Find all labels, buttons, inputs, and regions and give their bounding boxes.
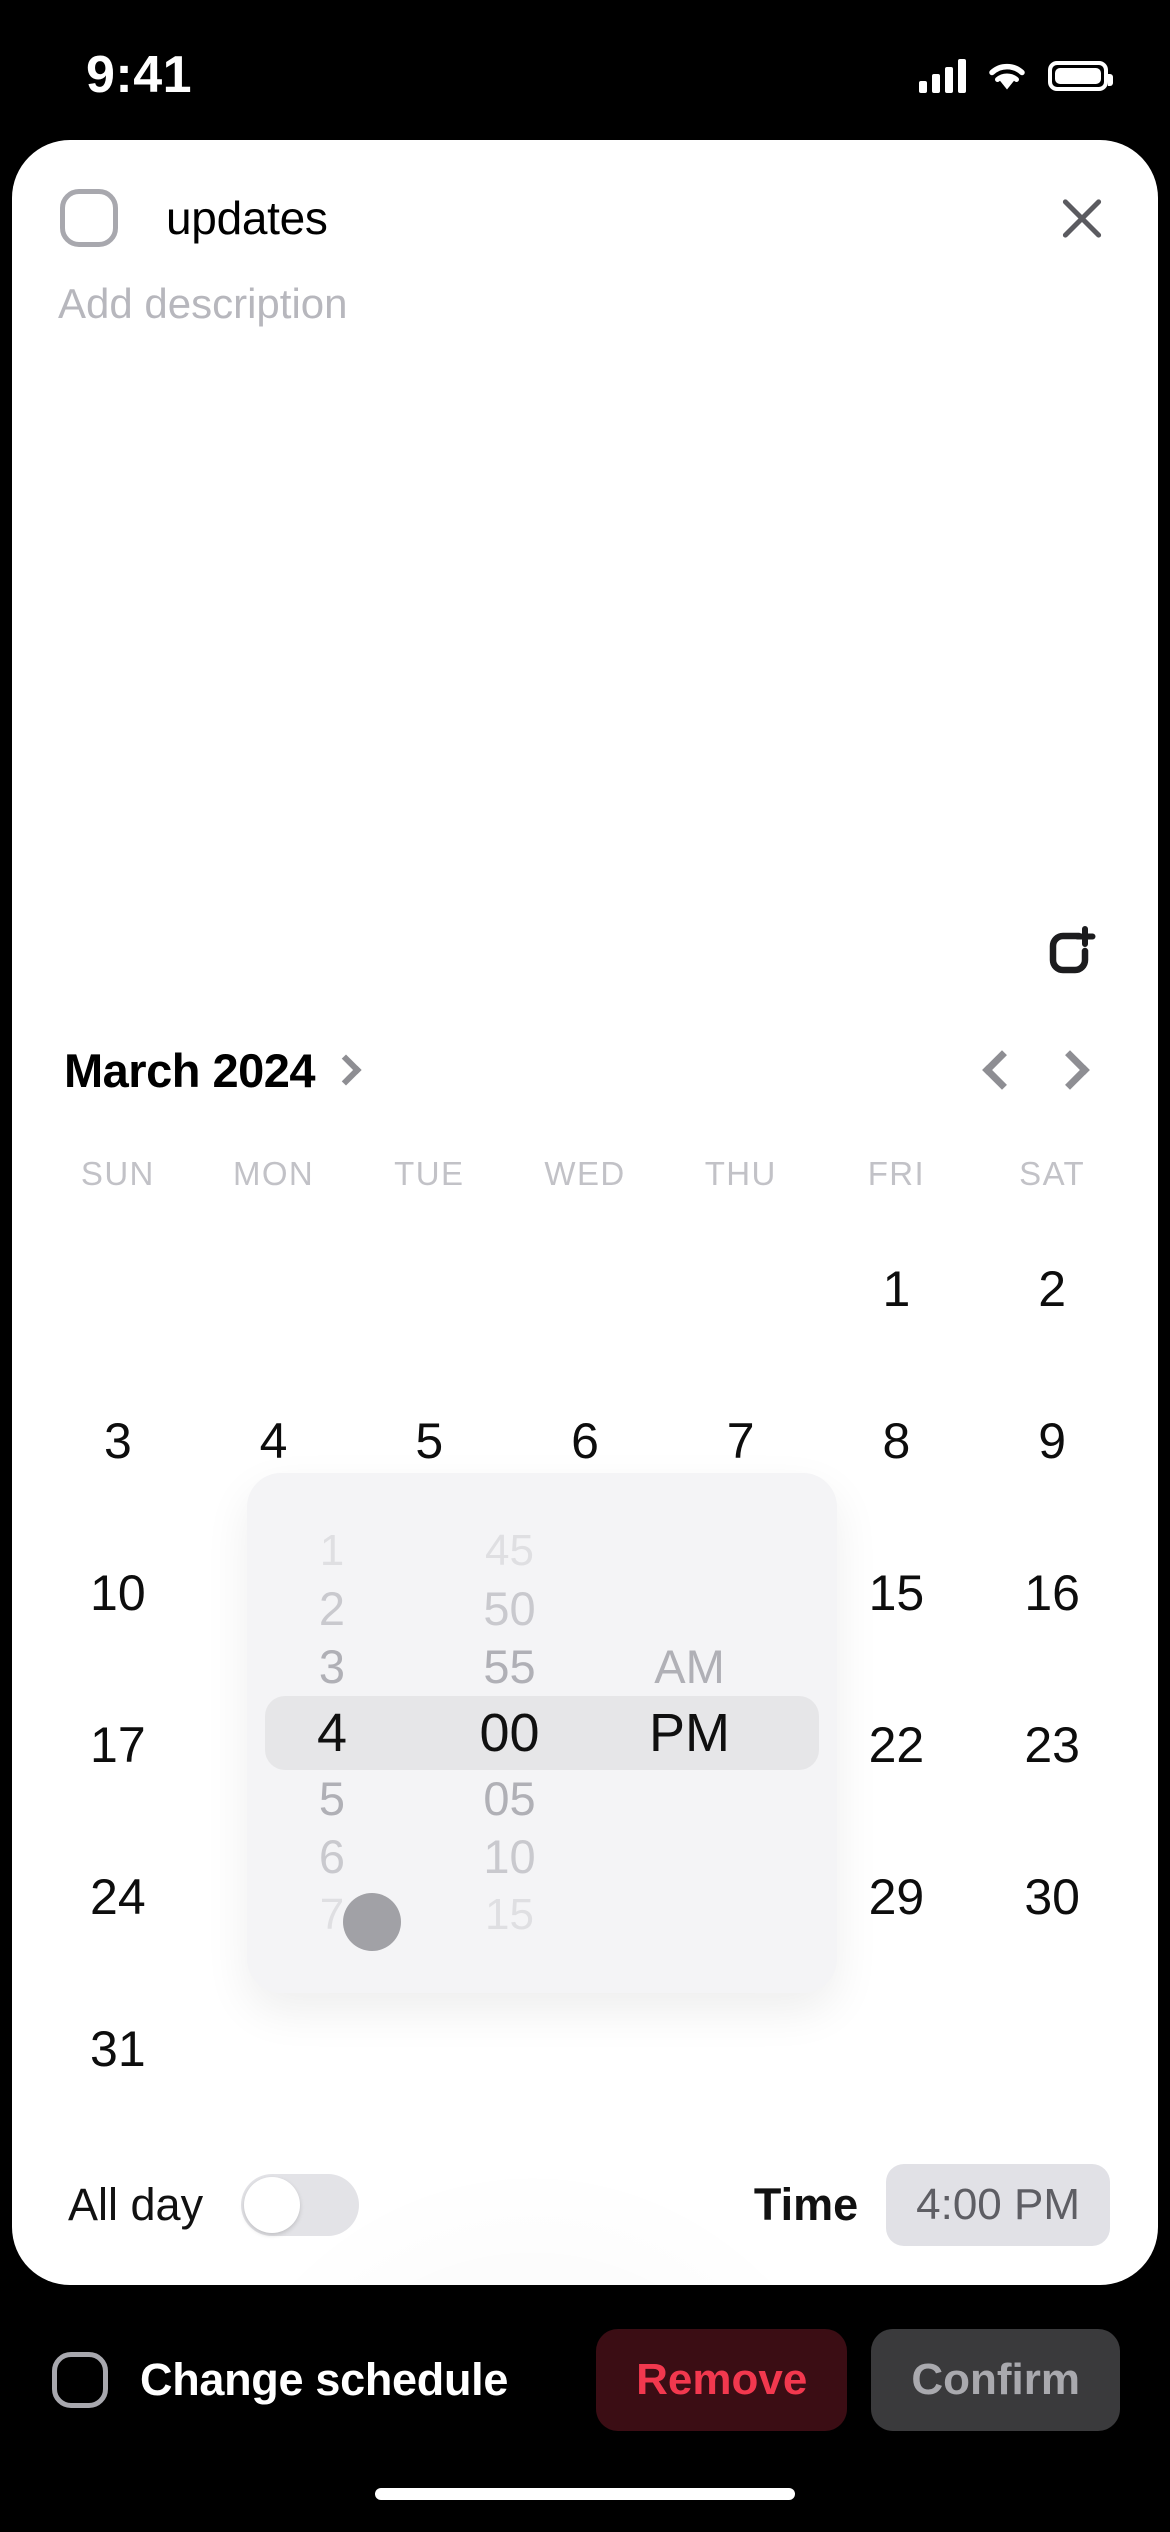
calendar-day-cell[interactable]: 29 bbox=[819, 1821, 975, 1973]
time-label: Time bbox=[753, 2179, 859, 2230]
calendar-day-empty bbox=[663, 1213, 819, 1365]
calendar-day-empty bbox=[663, 1973, 819, 2125]
task-header-row: updates bbox=[12, 140, 1158, 258]
hour-option[interactable]: 7 bbox=[320, 1886, 344, 1944]
hour-option[interactable]: 5 bbox=[319, 1770, 345, 1828]
minute-option[interactable]: 05 bbox=[483, 1770, 535, 1828]
hour-option[interactable]: 3 bbox=[319, 1638, 345, 1696]
chevron-right-icon[interactable] bbox=[330, 1054, 362, 1086]
home-indicator bbox=[375, 2488, 795, 2500]
weekday-label: WED bbox=[544, 1155, 626, 1192]
cellular-signal-icon bbox=[919, 59, 966, 93]
status-bar-clock: 9:41 bbox=[86, 46, 193, 104]
calendar-day-empty bbox=[40, 1213, 196, 1365]
minute-option[interactable]: 10 bbox=[483, 1828, 535, 1886]
toggle-knob bbox=[244, 2177, 301, 2233]
minute-wheel[interactable]: 45 50 55 00 05 10 15 bbox=[417, 1473, 602, 1993]
minute-option[interactable]: 15 bbox=[485, 1886, 534, 1944]
meridiem-spacer bbox=[683, 1770, 696, 1828]
chevron-left-icon bbox=[982, 1050, 1022, 1090]
calendar-day-cell[interactable]: 2 bbox=[974, 1213, 1130, 1365]
hour-option[interactable]: 2 bbox=[319, 1580, 345, 1638]
weekday-label: MON bbox=[232, 1155, 315, 1192]
calendar-day-empty bbox=[507, 1973, 663, 2125]
calendar-day-cell[interactable]: 1 bbox=[819, 1213, 975, 1365]
card-empty-space bbox=[12, 328, 1158, 887]
meridiem-spacer bbox=[683, 1522, 695, 1580]
confirm-button[interactable]: Confirm bbox=[871, 2329, 1120, 2431]
meridiem-selected[interactable]: PM bbox=[649, 1696, 730, 1770]
minute-option[interactable]: 45 bbox=[485, 1522, 534, 1580]
calendar-day-empty bbox=[196, 1973, 352, 2125]
hour-option[interactable]: 1 bbox=[320, 1522, 344, 1580]
action-bar: Change schedule Remove Confirm bbox=[0, 2285, 1170, 2475]
hour-selected[interactable]: 4 bbox=[317, 1696, 347, 1770]
calendar-day-cell[interactable]: 9 bbox=[974, 1365, 1130, 1517]
meridiem-spacer bbox=[683, 1886, 695, 1944]
weekday-label: SAT bbox=[1019, 1155, 1086, 1192]
calendar-day-empty bbox=[819, 1973, 975, 2125]
calendar-day-empty bbox=[196, 1213, 352, 1365]
close-icon[interactable] bbox=[1052, 188, 1112, 248]
weekday-label: FRI bbox=[867, 1155, 926, 1192]
status-bar: 9:41 bbox=[0, 0, 1170, 140]
touch-point-indicator bbox=[343, 1893, 401, 1951]
time-picker[interactable]: 1 2 3 4 5 6 7 45 50 55 00 05 10 15 AM PM bbox=[247, 1473, 837, 1993]
prev-month-button[interactable] bbox=[960, 1032, 1036, 1108]
all-day-label: All day bbox=[68, 2179, 204, 2230]
calendar-day-cell[interactable]: 24 bbox=[40, 1821, 196, 1973]
hour-option[interactable]: 6 bbox=[319, 1828, 345, 1886]
calendar-day-cell[interactable]: 23 bbox=[974, 1669, 1130, 1821]
remove-button[interactable]: Remove bbox=[596, 2329, 848, 2431]
task-checkbox-icon[interactable] bbox=[60, 189, 118, 247]
all-day-toggle[interactable] bbox=[241, 2174, 360, 2236]
calendar-day-cell[interactable]: 17 bbox=[40, 1669, 196, 1821]
meridiem-wheel[interactable]: AM PM bbox=[602, 1473, 777, 1993]
calendar-day-cell[interactable]: 3 bbox=[40, 1365, 196, 1517]
meridiem-spacer bbox=[683, 1828, 696, 1886]
calendar-day-cell[interactable]: 22 bbox=[819, 1669, 975, 1821]
minute-option[interactable]: 55 bbox=[483, 1638, 535, 1696]
phone-screen: 9:41 updates Add description March 2024 … bbox=[0, 0, 1170, 2532]
meridiem-option[interactable]: AM bbox=[654, 1638, 725, 1696]
calendar-day-cell[interactable]: 30 bbox=[974, 1821, 1130, 1973]
chevron-right-icon bbox=[1050, 1050, 1090, 1090]
calendar-day-empty bbox=[351, 1213, 507, 1365]
calendar-month-label[interactable]: March 2024 bbox=[64, 1043, 316, 1098]
calendar-day-cell[interactable]: 15 bbox=[819, 1517, 975, 1669]
calendar-day-empty bbox=[507, 1213, 663, 1365]
weekday-header-row: SUN MON TUE WED THU FRI SAT bbox=[12, 1123, 1158, 1193]
add-repeat-icon[interactable] bbox=[1038, 921, 1100, 983]
schedule-checkbox-icon[interactable] bbox=[52, 2352, 108, 2408]
calendar-day-cell[interactable]: 8 bbox=[819, 1365, 975, 1517]
wifi-icon bbox=[986, 60, 1028, 92]
options-row: All day Time 4:00 PM bbox=[12, 2125, 1158, 2285]
weekday-label: SUN bbox=[80, 1155, 155, 1192]
calendar-day-empty bbox=[351, 1973, 507, 2125]
calendar-month-row: March 2024 bbox=[12, 1017, 1158, 1123]
minute-selected[interactable]: 00 bbox=[479, 1696, 539, 1770]
weekday-label: THU bbox=[704, 1155, 777, 1192]
calendar-day-cell[interactable]: 16 bbox=[974, 1517, 1130, 1669]
time-value-pill[interactable]: 4:00 PM bbox=[886, 2164, 1110, 2246]
change-schedule-label[interactable]: Change schedule bbox=[140, 2354, 508, 2406]
weekday-label: TUE bbox=[394, 1155, 465, 1192]
task-title[interactable]: updates bbox=[166, 191, 1052, 245]
meridiem-spacer bbox=[683, 1580, 696, 1638]
next-month-button[interactable] bbox=[1036, 1032, 1112, 1108]
calendar-day-empty bbox=[974, 1973, 1130, 2125]
repeat-toolbar-row bbox=[12, 887, 1158, 1017]
battery-icon bbox=[1048, 61, 1113, 91]
calendar-day-cell[interactable]: 31 bbox=[40, 1973, 196, 2125]
minute-option[interactable]: 50 bbox=[483, 1580, 535, 1638]
description-input[interactable]: Add description bbox=[12, 258, 1158, 328]
time-picker-columns: 1 2 3 4 5 6 7 45 50 55 00 05 10 15 AM PM bbox=[247, 1473, 837, 1993]
calendar-day-cell[interactable]: 10 bbox=[40, 1517, 196, 1669]
status-bar-indicators bbox=[919, 59, 1113, 93]
